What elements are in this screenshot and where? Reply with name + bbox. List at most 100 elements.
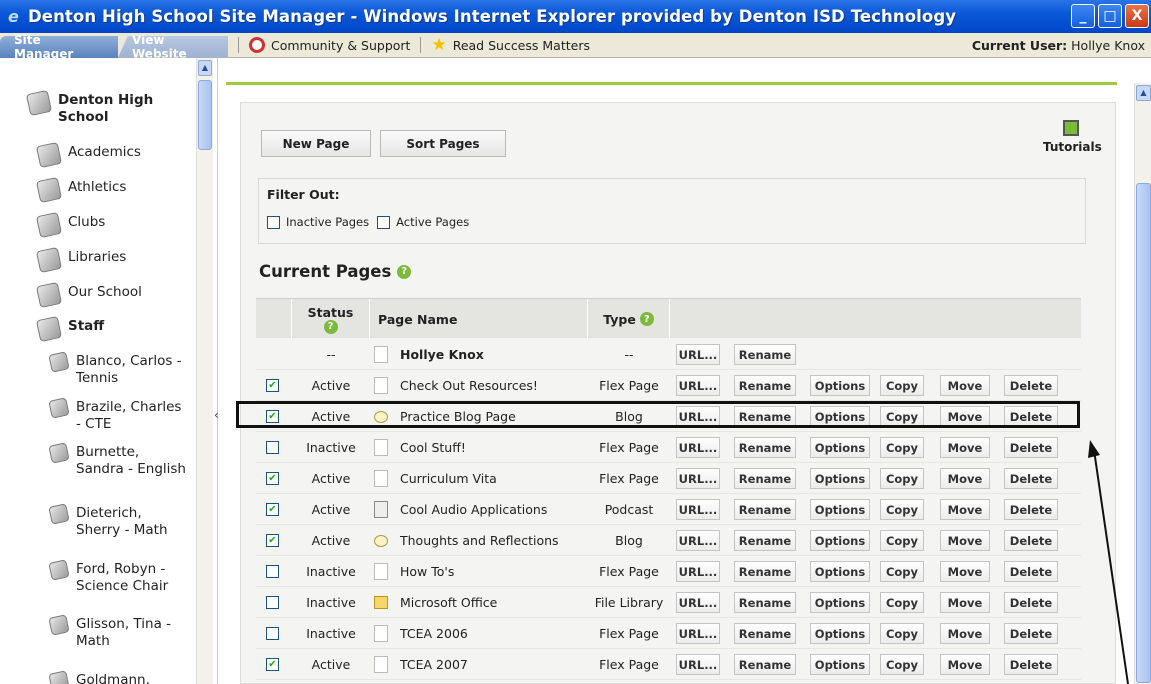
rename-button[interactable]: Rename xyxy=(734,437,796,458)
url-button[interactable]: URL... xyxy=(676,344,720,365)
tree-item-athletics[interactable]: Athletics xyxy=(35,176,126,204)
tab-view-website[interactable]: View Website xyxy=(118,35,228,58)
url-button[interactable]: URL... xyxy=(676,654,720,675)
tutorials-link[interactable]: Tutorials xyxy=(1043,120,1102,154)
move-button[interactable]: Move xyxy=(940,499,990,520)
options-button[interactable]: Options xyxy=(810,561,870,582)
copy-button[interactable]: Copy xyxy=(880,623,924,644)
options-button[interactable]: Options xyxy=(810,623,870,644)
tree-root-denton-high[interactable]: Denton High School xyxy=(25,89,188,126)
status-checkbox[interactable]: ✔ xyxy=(266,472,279,485)
tree-item-staff-member[interactable]: Goldmann, xyxy=(48,670,190,684)
status-checkbox[interactable] xyxy=(266,565,279,578)
rename-button[interactable]: Rename xyxy=(734,654,796,675)
row-page-name[interactable]: Check Out Resources! xyxy=(400,378,538,393)
scroll-up-arrow-icon[interactable]: ▲ xyxy=(198,60,212,76)
row-page-name[interactable]: Hollye Knox xyxy=(400,347,484,362)
move-button[interactable]: Move xyxy=(940,654,990,675)
url-button[interactable]: URL... xyxy=(676,499,720,520)
help-icon[interactable]: ? xyxy=(639,312,654,326)
filter-active-checkbox[interactable] xyxy=(377,215,391,229)
status-checkbox[interactable]: ✔ xyxy=(266,658,279,671)
status-checkbox[interactable]: ✔ xyxy=(266,534,279,547)
copy-button[interactable]: Copy xyxy=(880,499,924,520)
tree-item-staff-member[interactable]: Brazile, Charles - CTE xyxy=(48,397,190,433)
options-button[interactable]: Options xyxy=(810,530,870,551)
new-page-button[interactable]: New Page xyxy=(261,130,371,157)
copy-button[interactable]: Copy xyxy=(880,375,924,396)
tree-item-clubs[interactable]: Clubs xyxy=(35,211,105,239)
options-button[interactable]: Options xyxy=(810,437,870,458)
rename-button[interactable]: Rename xyxy=(734,530,796,551)
copy-button[interactable]: Copy xyxy=(880,654,924,675)
row-page-name[interactable]: TCEA 2007 xyxy=(400,657,468,672)
community-support-link[interactable]: Community & Support xyxy=(249,37,410,53)
options-button[interactable]: Options xyxy=(810,592,870,613)
read-success-link[interactable]: ★ Read Success Matters xyxy=(431,36,590,54)
sort-pages-button[interactable]: Sort Pages xyxy=(380,130,506,157)
rename-button[interactable]: Rename xyxy=(734,623,796,644)
delete-button[interactable]: Delete xyxy=(1004,499,1058,520)
delete-button[interactable]: Delete xyxy=(1004,530,1058,551)
minimize-button[interactable]: _ xyxy=(1071,4,1095,28)
options-button[interactable]: Options xyxy=(810,468,870,489)
close-button[interactable]: X xyxy=(1125,4,1149,28)
copy-button[interactable]: Copy xyxy=(880,592,924,613)
copy-button[interactable]: Copy xyxy=(880,468,924,489)
tree-item-libraries[interactable]: Libraries xyxy=(35,246,126,274)
options-button[interactable]: Options xyxy=(810,375,870,396)
tree-item-academics[interactable]: Academics xyxy=(35,141,141,169)
sidebar-scroll-thumb[interactable] xyxy=(198,80,212,150)
sidebar-scrollbar[interactable]: ▲ xyxy=(196,58,213,684)
url-button[interactable]: URL... xyxy=(676,375,720,396)
options-button[interactable]: Options xyxy=(810,499,870,520)
delete-button[interactable]: Delete xyxy=(1004,437,1058,458)
move-button[interactable]: Move xyxy=(940,437,990,458)
copy-button[interactable]: Copy xyxy=(880,437,924,458)
delete-button[interactable]: Delete xyxy=(1004,561,1058,582)
url-button[interactable]: URL... xyxy=(676,561,720,582)
rename-button[interactable]: Rename xyxy=(734,375,796,396)
tree-item-staff-member[interactable]: Glisson, Tina - Math xyxy=(48,614,190,650)
move-button[interactable]: Move xyxy=(940,561,990,582)
url-button[interactable]: URL... xyxy=(676,530,720,551)
rename-button[interactable]: Rename xyxy=(734,468,796,489)
delete-button[interactable]: Delete xyxy=(1004,654,1058,675)
tab-site-manager[interactable]: Site Manager xyxy=(0,33,118,61)
move-button[interactable]: Move xyxy=(940,623,990,644)
status-checkbox[interactable]: ✔ xyxy=(266,379,279,392)
move-button[interactable]: Move xyxy=(940,530,990,551)
tree-item-our-school[interactable]: Our School xyxy=(35,281,142,309)
row-page-name[interactable]: Cool Stuff! xyxy=(400,440,466,455)
delete-button[interactable]: Delete xyxy=(1004,592,1058,613)
move-button[interactable]: Move xyxy=(940,592,990,613)
rename-button[interactable]: Rename xyxy=(734,344,796,365)
move-button[interactable]: Move xyxy=(940,468,990,489)
row-page-name[interactable]: Microsoft Office xyxy=(400,595,497,610)
tree-item-staff[interactable]: Staff xyxy=(35,315,104,343)
row-page-name[interactable]: Thoughts and Reflections xyxy=(400,533,559,548)
url-button[interactable]: URL... xyxy=(676,468,720,489)
maximize-button[interactable]: □ xyxy=(1098,4,1122,28)
help-icon[interactable]: ? xyxy=(397,264,412,279)
status-checkbox[interactable] xyxy=(266,441,279,454)
row-page-name[interactable]: How To's xyxy=(400,564,454,579)
url-button[interactable]: URL... xyxy=(676,437,720,458)
help-icon[interactable]: ? xyxy=(323,319,338,334)
rename-button[interactable]: Rename xyxy=(734,499,796,520)
copy-button[interactable]: Copy xyxy=(880,530,924,551)
url-button[interactable]: URL... xyxy=(676,592,720,613)
url-button[interactable]: URL... xyxy=(676,623,720,644)
rename-button[interactable]: Rename xyxy=(734,561,796,582)
copy-button[interactable]: Copy xyxy=(880,561,924,582)
tree-item-staff-member[interactable]: Dieterich, Sherry - Math xyxy=(48,503,190,539)
row-page-name[interactable]: Cool Audio Applications xyxy=(400,502,547,517)
status-checkbox[interactable] xyxy=(266,596,279,609)
tree-item-staff-member[interactable]: Ford, Robyn - Science Chair xyxy=(48,559,190,595)
tree-item-staff-member[interactable]: Blanco, Carlos - Tennis xyxy=(48,351,190,387)
row-page-name[interactable]: Curriculum Vita xyxy=(400,471,497,486)
move-button[interactable]: Move xyxy=(940,375,990,396)
row-page-name[interactable]: TCEA 2006 xyxy=(400,626,468,641)
delete-button[interactable]: Delete xyxy=(1004,623,1058,644)
scroll-up-arrow-icon[interactable]: ▲ xyxy=(1136,85,1151,101)
